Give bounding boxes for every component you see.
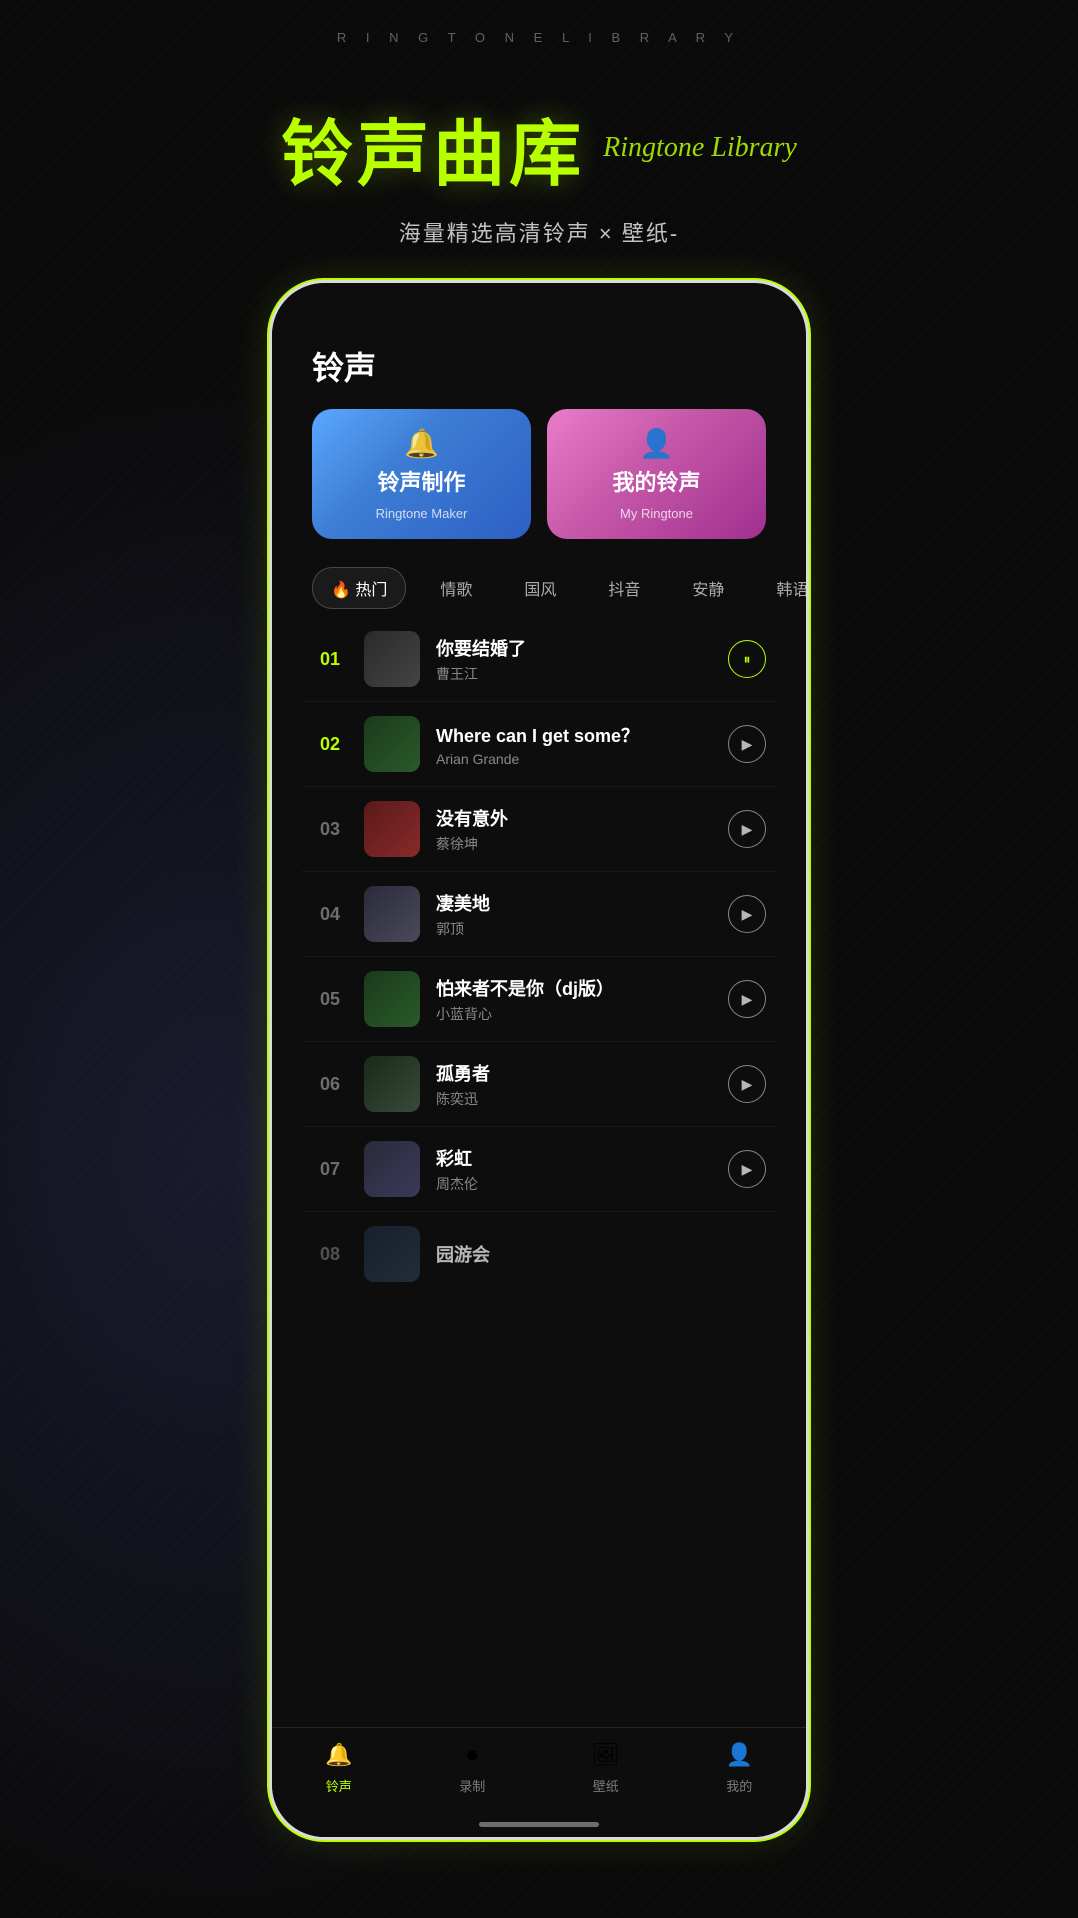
song-item[interactable]: 07 彩虹 周杰伦 ▶ <box>302 1127 776 1212</box>
category-tab-2[interactable]: 国风 <box>506 568 574 608</box>
nav-item-壁纸[interactable]: 🖼 壁纸 <box>539 1740 673 1795</box>
song-number: 06 <box>312 1074 348 1095</box>
nav-icon-0: 🔔 <box>324 1740 354 1770</box>
song-item[interactable]: 03 没有意外 蔡徐坤 ▶ <box>302 787 776 872</box>
header-title-row: 铃声曲库 Ringtone Library <box>0 95 1078 200</box>
nav-icon-3: 👤 <box>724 1740 754 1770</box>
status-bar <box>272 283 806 333</box>
nav-label-3: 我的 <box>726 1776 752 1795</box>
song-number: 01 <box>312 649 348 670</box>
play-button[interactable]: ▶ <box>728 980 766 1018</box>
song-info: 园游会 <box>436 1241 766 1267</box>
song-number: 08 <box>312 1244 348 1265</box>
category-tab-3[interactable]: 抖音 <box>590 568 658 608</box>
song-info: Where can I get some？ Arian Grande <box>436 722 712 767</box>
header-subtitle: R I N G T O N E L I B R A R Y <box>0 30 1078 45</box>
header-description: 海量精选高清铃声 × 壁纸- <box>0 216 1078 248</box>
song-artist: Arian Grande <box>436 751 712 767</box>
category-tab-0[interactable]: 🔥 热门 <box>312 567 406 609</box>
song-title: 彩虹 <box>436 1145 712 1171</box>
song-number: 02 <box>312 734 348 755</box>
song-thumbnail <box>364 801 420 857</box>
song-info: 彩虹 周杰伦 <box>436 1145 712 1194</box>
nav-item-我的[interactable]: 👤 我的 <box>673 1740 807 1795</box>
nav-label-2: 壁纸 <box>593 1776 619 1795</box>
song-artist: 曹王江 <box>436 664 712 684</box>
song-title: 凄美地 <box>436 890 712 916</box>
song-item[interactable]: 02 Where can I get some？ Arian Grande ▶ <box>302 702 776 787</box>
page-header: R I N G T O N E L I B R A R Y 铃声曲库 Ringt… <box>0 30 1078 248</box>
song-artist: 小蓝背心 <box>436 1004 712 1024</box>
song-thumbnail <box>364 716 420 772</box>
song-title: Where can I get some？ <box>436 722 712 748</box>
phone-inner: 铃声 🔔 铃声制作 Ringtone Maker 👤 我的铃声 My Ringt… <box>272 283 806 1837</box>
song-info: 凄美地 郭顶 <box>436 890 712 939</box>
song-number: 05 <box>312 989 348 1010</box>
play-button[interactable]: ▶ <box>728 1065 766 1103</box>
song-title: 园游会 <box>436 1241 766 1267</box>
song-title: 没有意外 <box>436 805 712 831</box>
song-item[interactable]: 05 怕来者不是你（dj版） 小蓝背心 ▶ <box>302 957 776 1042</box>
nav-icon-1: ⏺ <box>457 1740 487 1770</box>
category-tab-5[interactable]: 韩语 <box>758 568 806 608</box>
play-button[interactable]: ▶ <box>728 1150 766 1188</box>
play-button[interactable]: ⏸ <box>728 640 766 678</box>
nav-item-录制[interactable]: ⏺ 录制 <box>406 1740 540 1795</box>
category-tabs: 🔥 热门情歌国风抖音安静韩语 <box>272 559 806 617</box>
song-item-partial[interactable]: 08 园游会 <box>302 1212 776 1296</box>
action-cards: 🔔 铃声制作 Ringtone Maker 👤 我的铃声 My Ringtone <box>272 389 806 559</box>
header-title-english: Ringtone Library <box>603 132 797 164</box>
nav-item-铃声[interactable]: 🔔 铃声 <box>272 1740 406 1795</box>
page-title: 铃声 <box>312 343 766 389</box>
nav-label-1: 录制 <box>459 1776 485 1795</box>
my-ringtone-icon: 👤 <box>639 427 674 460</box>
song-number: 04 <box>312 904 348 925</box>
my-ringtone-title-cn: 我的铃声 <box>612 470 700 496</box>
play-button[interactable]: ▶ <box>728 810 766 848</box>
song-info: 没有意外 蔡徐坤 <box>436 805 712 854</box>
song-info: 怕来者不是你（dj版） 小蓝背心 <box>436 975 712 1024</box>
nav-icon-2: 🖼 <box>591 1740 621 1770</box>
song-number: 03 <box>312 819 348 840</box>
song-item[interactable]: 01 你要结婚了 曹王江 ⏸ <box>302 617 776 702</box>
my-ringtone-title-en: My Ringtone <box>620 506 693 521</box>
song-list: 01 你要结婚了 曹王江 ⏸ 02 Where can I get some？ … <box>272 617 806 1296</box>
song-info: 孤勇者 陈奕迅 <box>436 1060 712 1109</box>
category-tab-4[interactable]: 安静 <box>674 568 742 608</box>
song-title: 怕来者不是你（dj版） <box>436 975 712 1001</box>
song-thumbnail <box>364 886 420 942</box>
ringtone-maker-card[interactable]: 🔔 铃声制作 Ringtone Maker <box>312 409 531 539</box>
bottom-nav: 🔔 铃声 ⏺ 录制 🖼 壁纸 👤 我的 <box>272 1727 806 1837</box>
song-number: 07 <box>312 1159 348 1180</box>
page-section: 铃声 <box>272 333 806 389</box>
song-thumbnail <box>364 1141 420 1197</box>
song-item[interactable]: 06 孤勇者 陈奕迅 ▶ <box>302 1042 776 1127</box>
song-artist: 陈奕迅 <box>436 1089 712 1109</box>
song-info: 你要结婚了 曹王江 <box>436 635 712 684</box>
ringtone-maker-icon: 🔔 <box>404 427 439 460</box>
song-thumbnail <box>364 1226 420 1282</box>
song-artist: 蔡徐坤 <box>436 834 712 854</box>
song-title: 你要结婚了 <box>436 635 712 661</box>
header-title-chinese: 铃声曲库 <box>281 95 585 200</box>
home-indicator <box>479 1822 599 1827</box>
song-thumbnail <box>364 1056 420 1112</box>
song-title: 孤勇者 <box>436 1060 712 1086</box>
song-artist: 周杰伦 <box>436 1174 712 1194</box>
nav-label-0: 铃声 <box>326 1776 352 1795</box>
category-tab-1[interactable]: 情歌 <box>422 568 490 608</box>
play-button[interactable]: ▶ <box>728 725 766 763</box>
phone-frame: 铃声 🔔 铃声制作 Ringtone Maker 👤 我的铃声 My Ringt… <box>269 280 809 1840</box>
ringtone-maker-title-en: Ringtone Maker <box>376 506 468 521</box>
song-thumbnail <box>364 971 420 1027</box>
ringtone-maker-title-cn: 铃声制作 <box>377 470 465 496</box>
song-thumbnail <box>364 631 420 687</box>
my-ringtone-card[interactable]: 👤 我的铃声 My Ringtone <box>547 409 766 539</box>
song-item[interactable]: 04 凄美地 郭顶 ▶ <box>302 872 776 957</box>
play-button[interactable]: ▶ <box>728 895 766 933</box>
song-artist: 郭顶 <box>436 919 712 939</box>
